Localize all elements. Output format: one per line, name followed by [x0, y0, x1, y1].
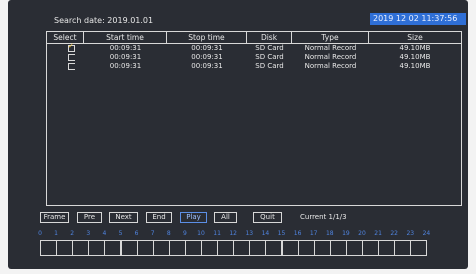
stop-time-cell: 00:09:31: [191, 62, 223, 70]
timeline-hour-cell[interactable]: [329, 240, 347, 256]
timeline-hour-label: 14: [261, 230, 270, 237]
playback-screen: Search date: 2019.01.01 2019 12 02 11:37…: [8, 0, 468, 269]
table-row[interactable]: ✓ 00:09:31 00:09:31 SD Card Normal Recor…: [47, 42, 461, 53]
timeline-hour-label: 23: [406, 230, 415, 237]
size-cell: 49.10MB: [399, 44, 431, 52]
timeline-hour-cell[interactable]: [297, 240, 315, 256]
timeline-hour-cell[interactable]: [136, 240, 154, 256]
table-row[interactable]: 00:09:31 00:09:31 SD Card Normal Record …: [47, 53, 461, 62]
timeline-hour-label: 1: [54, 230, 58, 237]
timeline-hour-cell[interactable]: [313, 240, 331, 256]
clock-display: 2019 12 02 11:37:56: [370, 13, 466, 25]
timeline-hour-cell[interactable]: [72, 240, 90, 256]
start-time-cell: 00:09:31: [109, 62, 142, 70]
type-cell: Normal Record: [304, 62, 357, 70]
timeline-hour-label: 18: [325, 230, 334, 237]
row-select-checkbox[interactable]: ✓: [68, 42, 75, 52]
timeline-hour-label: 3: [86, 230, 91, 237]
timeline-hour-label: 17: [309, 230, 318, 237]
disk-cell: SD Card: [255, 62, 284, 70]
timeline-hour-label: 22: [390, 230, 398, 237]
previous-button[interactable]: Pre: [77, 212, 102, 223]
timeline-hour-cell[interactable]: [265, 240, 283, 256]
timeline-hour-label: 20: [358, 230, 366, 237]
type-cell: Normal Record: [304, 44, 357, 52]
timeline-hour-label: 5: [118, 230, 123, 237]
timeline-hour-cell[interactable]: [362, 240, 380, 256]
row-select-checkbox[interactable]: [68, 54, 75, 61]
row-select-checkbox[interactable]: [68, 63, 75, 70]
play-button[interactable]: Play: [180, 212, 207, 223]
frame-button[interactable]: Frame: [40, 212, 69, 223]
timeline-hour-label: 13: [245, 230, 254, 237]
checkmark-icon: ✓: [68, 42, 74, 50]
timeline-hour-cell[interactable]: [281, 240, 299, 256]
timeline-hour-label: 6: [134, 230, 139, 237]
size-cell: 49.10MB: [399, 53, 431, 61]
column-header-size: Size: [407, 33, 423, 42]
table-row[interactable]: 00:09:31 00:09:31 SD Card Normal Record …: [47, 62, 461, 71]
timeline-hour-label: 24: [422, 230, 431, 237]
column-header-stop-time: Stop time: [167, 32, 247, 43]
timeline-hour-label: 7: [150, 230, 155, 237]
timeline-hour-label: 21: [374, 230, 382, 237]
timeline-hour-cell[interactable]: [184, 240, 202, 256]
start-time-cell: 00:09:31: [109, 53, 142, 61]
size-cell: 49.10MB: [399, 62, 431, 70]
timeline-hour-cell[interactable]: [56, 240, 74, 256]
column-header-disk: Disk: [247, 32, 292, 43]
stop-time-cell: 00:09:31: [191, 44, 223, 52]
column-header-type: Type: [292, 32, 369, 43]
timeline-hour-cell[interactable]: [217, 240, 235, 256]
timeline-hour-cell[interactable]: [152, 240, 170, 256]
column-header-start-time: Start time: [84, 32, 167, 43]
timeline-hour-cell[interactable]: [345, 240, 363, 256]
all-button[interactable]: All: [214, 212, 237, 223]
timeline-hour-cell[interactable]: [410, 240, 428, 256]
search-date-label: Search date: 2019.01.01: [54, 16, 154, 25]
next-button[interactable]: Next: [109, 212, 138, 223]
start-time-cell: 00:09:31: [109, 44, 142, 52]
disk-cell: SD Card: [255, 44, 284, 52]
timeline-hour-cell[interactable]: [394, 240, 412, 256]
timeline-hour-label: 2: [70, 230, 75, 237]
record-list-panel: Select Start time Stop time Disk Type Si…: [46, 31, 462, 206]
timeline-hour-label: 9: [182, 230, 187, 237]
timeline-hour-label: 19: [342, 230, 350, 237]
timeline-hour-label: 12: [229, 230, 237, 237]
timeline-hour-cell[interactable]: [40, 240, 58, 256]
end-button[interactable]: End: [146, 212, 172, 223]
timeline-hour-cell[interactable]: [249, 240, 267, 256]
timeline-hour-label: 4: [102, 230, 107, 237]
timeline-hour-cell[interactable]: [201, 240, 219, 256]
type-cell: Normal Record: [304, 53, 357, 61]
record-list-header: Select Start time Stop time Disk Type Si…: [47, 32, 461, 44]
timeline-hour-label: 16: [293, 230, 302, 237]
timeline-hour-cell[interactable]: [233, 240, 251, 256]
timeline-hour-cell[interactable]: [120, 240, 138, 256]
disk-cell: SD Card: [255, 53, 284, 61]
timeline-hour-label: 8: [166, 230, 171, 237]
timeline-hour-cell[interactable]: [88, 240, 106, 256]
stop-time-cell: 00:09:31: [191, 53, 223, 61]
column-header-select: Select: [47, 32, 84, 43]
timeline-hour-cell[interactable]: [104, 240, 122, 256]
current-page-label: Current 1/1/3: [300, 213, 347, 221]
quit-button[interactable]: Quit: [253, 212, 282, 223]
timeline-hour-cell[interactable]: [378, 240, 396, 256]
timeline-hour-label: 11: [213, 230, 221, 237]
timeline-hour-label: 0: [38, 230, 42, 237]
timeline-hour-label: 15: [277, 230, 286, 237]
timeline-hour-cell[interactable]: [168, 240, 186, 256]
timeline-hour-label: 10: [197, 230, 205, 237]
